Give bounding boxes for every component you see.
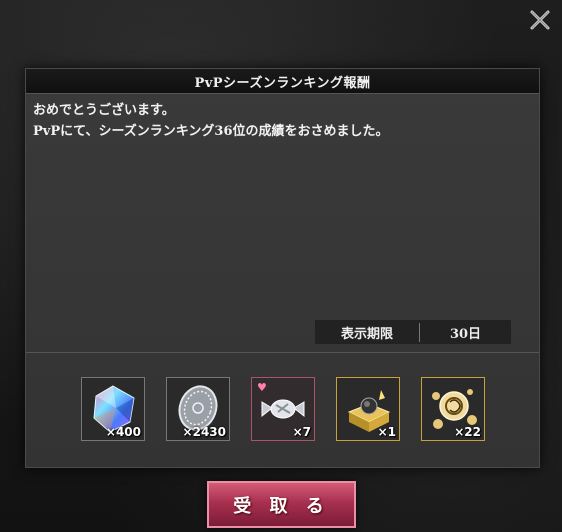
reward-list: ×400 ×2430 ♥ ×7 ×1 ×22 (81, 377, 485, 441)
close-icon (530, 10, 550, 30)
close-button[interactable] (528, 8, 552, 32)
reward-dialog: PvPシーズンランキング報酬 おめでとうございます。 PvPにて、シーズンランキ… (25, 68, 540, 468)
divider (26, 352, 539, 353)
reward-item-treasure-box[interactable]: ×1 (336, 377, 400, 441)
display-duration: 表示期限 30日 (315, 320, 511, 344)
reward-count: ×400 (105, 425, 141, 439)
duration-value: 30日 (449, 326, 482, 342)
reward-count: ×7 (292, 425, 311, 439)
message-line-2: PvPにて、シーズンランキング36位の成績をおさめました。 (33, 124, 389, 139)
reward-item-candy[interactable]: ♥ ×7 (251, 377, 315, 441)
reward-count: ×1 (377, 425, 396, 439)
message-line-1: おめでとうございます。 (33, 103, 175, 118)
dialog-title: PvPシーズンランキング報酬 (26, 69, 539, 94)
reward-item-crystal[interactable]: ×400 (81, 377, 145, 441)
receive-button[interactable]: 受 取 る (207, 481, 356, 528)
reward-count: ×22 (454, 425, 481, 439)
reward-message: おめでとうございます。 PvPにて、シーズンランキング36位の成績をおさめました… (26, 94, 539, 142)
reward-count: ×2430 (182, 425, 226, 439)
duration-label: 表示期限 (315, 322, 420, 342)
reward-item-gold-ornament[interactable]: ×22 (421, 377, 485, 441)
reward-item-silver-coin[interactable]: ×2430 (166, 377, 230, 441)
